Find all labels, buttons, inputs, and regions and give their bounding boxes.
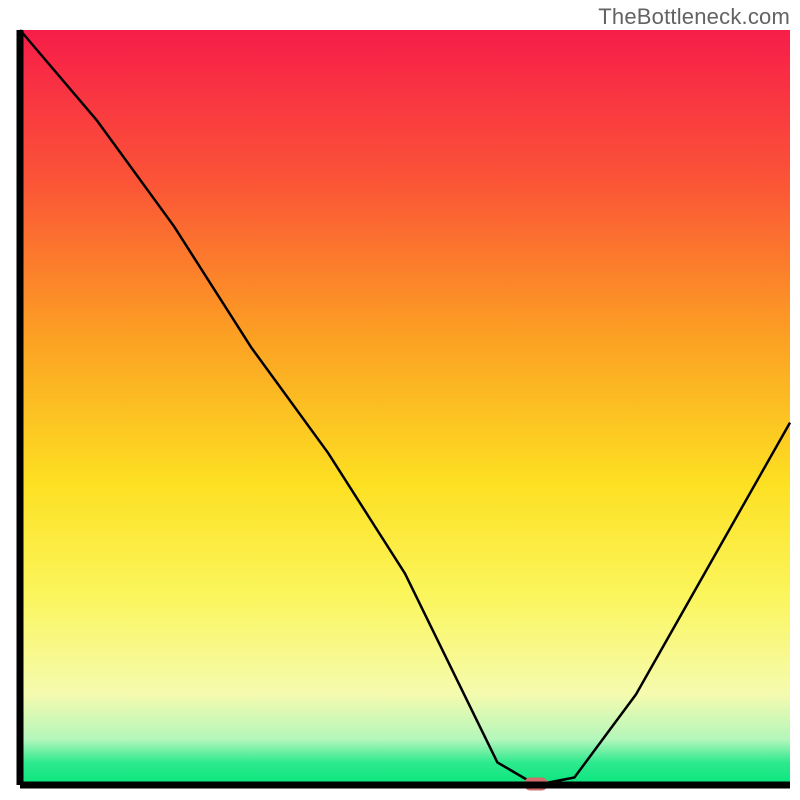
watermark-text: TheBottleneck.com [598,4,790,30]
bottleneck-chart [0,0,800,800]
gradient-background [20,30,790,785]
chart-container: TheBottleneck.com [0,0,800,800]
